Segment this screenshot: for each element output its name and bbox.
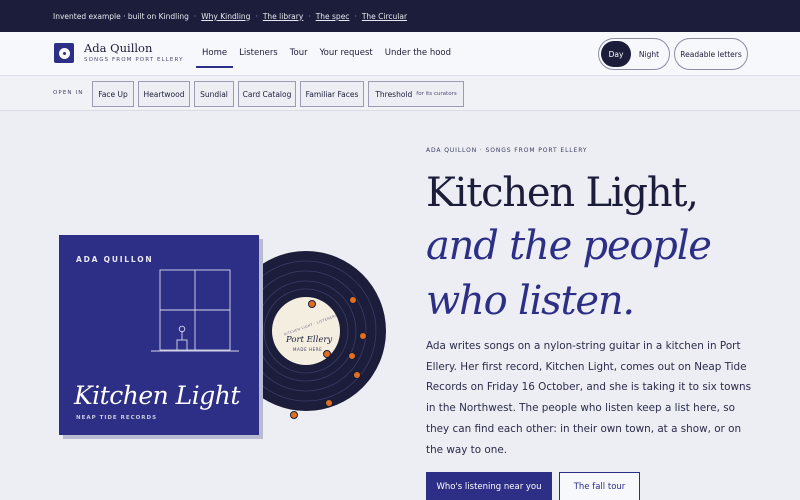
top-announcement-bar: Invented example · built on Kindling · W…	[0, 0, 800, 32]
listener-dot	[359, 332, 367, 340]
record-label-title: Port Ellery	[285, 335, 332, 345]
album-artist: ADA QUILLON	[76, 255, 153, 264]
album-artwork: Port Ellery MADE HERE KITCHEN LIGHT · LI…	[59, 235, 386, 439]
record-label-small: MADE HERE	[293, 347, 322, 352]
theme-toggle: Day Night	[598, 38, 670, 70]
separator: ·	[193, 11, 197, 21]
open-in-threshold[interactable]: Threshold for its curators	[368, 81, 464, 107]
open-in-label: OPEN IN	[53, 90, 84, 96]
hero-title-line-3: who listen.	[426, 278, 635, 324]
threshold-note: for its curators	[416, 91, 457, 97]
listener-dot	[349, 296, 357, 304]
brand-name[interactable]: Ada Quillon	[84, 41, 152, 55]
separator: ·	[354, 11, 357, 21]
listener-dot	[348, 352, 356, 360]
open-in-sundial[interactable]: Sundial	[194, 81, 234, 107]
record-logo-icon[interactable]	[54, 43, 74, 63]
nav-links: Home Listeners Tour Your request Under t…	[196, 40, 457, 68]
nav-under-the-hood[interactable]: Under the hood	[379, 40, 457, 68]
whos-listening-near-you-button[interactable]: Who's listening near you	[426, 472, 552, 500]
open-in-heartwood[interactable]: Heartwood	[138, 81, 190, 107]
brand-subtitle: SONGS FROM PORT ELLERY	[84, 57, 184, 63]
listener-dot	[308, 300, 316, 308]
listener-dot	[353, 371, 361, 379]
listener-dot	[290, 411, 298, 419]
listener-dot	[325, 399, 333, 407]
album-record-label: NEAP TIDE RECORDS	[76, 415, 157, 421]
nav-your-request[interactable]: Your request	[314, 40, 379, 68]
hero-lede: Ada writes songs on a nylon-string guita…	[426, 340, 752, 456]
album-title: Kitchen Light	[73, 381, 241, 410]
open-in-chips: Face Up Heartwood Sundial Card Catalog F…	[92, 81, 468, 107]
nav-tour[interactable]: Tour	[284, 40, 314, 68]
theme-night-button[interactable]: Night	[631, 41, 667, 67]
nav-listeners[interactable]: Listeners	[233, 40, 284, 68]
theme-day-button[interactable]: Day	[601, 41, 631, 67]
listener-dot	[323, 350, 331, 358]
the-circular-link[interactable]: The Circular	[362, 12, 407, 21]
threshold-label: Threshold	[375, 89, 413, 99]
open-in-familiar-faces[interactable]: Familiar Faces	[300, 81, 364, 107]
separator: ·	[308, 11, 311, 21]
kindling-note: Invented example · built on Kindling	[53, 11, 189, 21]
nav-home[interactable]: Home	[196, 40, 234, 68]
why-kindling-link[interactable]: Why Kindling	[201, 12, 250, 21]
readable-letters-button[interactable]: Readable letters	[674, 38, 748, 70]
hero-title-line-2: and the people	[426, 223, 712, 269]
the-spec-link[interactable]: The spec	[316, 12, 350, 21]
hero-title-line-1: Kitchen Light,	[426, 170, 699, 216]
separator: ·	[255, 11, 258, 21]
open-in-bar: OPEN IN Face Up Heartwood Sundial Card C…	[0, 76, 800, 111]
open-in-card-catalog[interactable]: Card Catalog	[238, 81, 296, 107]
hero-eyebrow: ADA QUILLON · SONGS FROM PORT ELLERY	[426, 147, 588, 154]
open-in-face-up[interactable]: Face Up	[92, 81, 134, 107]
fall-tour-button[interactable]: The fall tour	[559, 472, 640, 500]
album-sleeve: ADA QUILLON Kitchen Light NEAP TIDE RECO…	[59, 235, 263, 439]
the-library-link[interactable]: The library	[263, 12, 303, 21]
